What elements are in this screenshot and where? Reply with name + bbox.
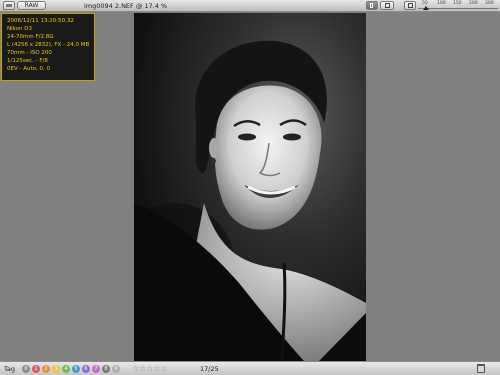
portrait-photo <box>134 13 366 361</box>
tag-8-button[interactable]: 8 <box>102 365 110 373</box>
exif-datetime: 2008/12/11 13:20:50.32 <box>7 18 74 24</box>
zoom-track <box>418 8 498 9</box>
raw-button[interactable]: RAW <box>17 1 46 10</box>
exif-lens: 24-70mm F/2.8G <box>7 34 54 40</box>
exif-camera: Nikon D3 <box>7 26 32 32</box>
exif-focal-iso: 70mm - ISO 200 <box>7 50 52 56</box>
exif-shutter-aperture: 1/125sec. - F/8 <box>7 58 48 64</box>
image-viewer-window: RAW img0094 2.NEF @ 17.4 % 50 100 150 20… <box>0 0 500 375</box>
tag-1-button[interactable]: 1 <box>32 365 40 373</box>
tag-7-button[interactable]: 7 <box>92 365 100 373</box>
exif-exposure: 0EV - Auto, 0, 0 <box>7 66 50 72</box>
tag-3-button[interactable]: 3 <box>52 365 60 373</box>
zoom-thumb[interactable] <box>423 6 429 10</box>
window-title: img0094 2.NEF @ 17.4 % <box>84 2 168 10</box>
tag-2-button[interactable]: 2 <box>42 365 50 373</box>
zoom-tick: 200 <box>469 1 478 6</box>
save-icon[interactable] <box>380 1 394 10</box>
rating-stars[interactable]: ☆☆☆☆☆ <box>132 364 168 373</box>
tag-4-button[interactable]: 4 <box>62 365 70 373</box>
trash-icon[interactable] <box>477 364 485 373</box>
image-counter: 17/25 <box>200 365 219 373</box>
exif-info-panel: 2008/12/11 13:20:50.32 Nikon D3 24-70mm … <box>1 13 95 81</box>
browse-icon[interactable] <box>3 1 15 10</box>
tag-9-button[interactable]: 9 <box>112 365 120 373</box>
single-view-button[interactable] <box>366 1 378 10</box>
zoom-tick: 100 <box>437 1 446 6</box>
zoom-slider[interactable]: 50 100 150 200 300 <box>418 1 498 11</box>
top-toolbar: RAW img0094 2.NEF @ 17.4 % 50 100 150 20… <box>0 0 500 12</box>
photo-canvas[interactable] <box>134 13 366 361</box>
zoom-tick: 150 <box>453 1 462 6</box>
zoom-tick: 300 <box>485 1 494 6</box>
fit-to-window-icon[interactable] <box>404 1 416 10</box>
bottom-toolbar: Tag 0 1 2 3 4 5 6 7 8 9 ☆☆☆☆☆ 17/25 <box>0 361 500 375</box>
tag-0-button[interactable]: 0 <box>22 365 30 373</box>
tag-label: Tag <box>4 365 16 373</box>
tag-6-button[interactable]: 6 <box>82 365 90 373</box>
exif-dimensions: L (4256 x 2832), FX - 24.0 MB <box>7 42 90 48</box>
tag-5-button[interactable]: 5 <box>72 365 80 373</box>
